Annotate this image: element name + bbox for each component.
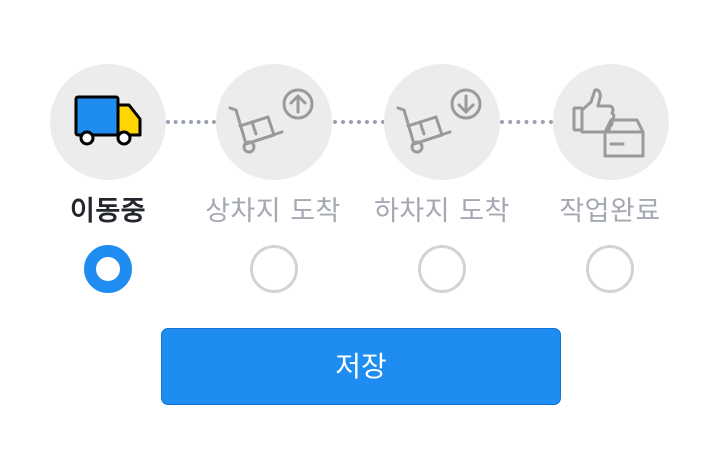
step-label-unloading-arrival: 하차지 도착 [374, 196, 510, 227]
hand-truck-upload-icon [228, 88, 314, 154]
step-radio-unloading-arrival[interactable] [418, 245, 466, 293]
step-icon-moving[interactable] [50, 64, 166, 180]
save-button[interactable]: 저장 [161, 328, 561, 405]
thumbs-up-box-icon [572, 88, 645, 158]
step-connector [500, 120, 553, 124]
step-connector [166, 120, 216, 124]
truck-icon [74, 95, 142, 146]
step-label-complete: 작업완료 [559, 196, 661, 227]
step-label-moving: 이동중 [69, 196, 147, 227]
step-radio-moving[interactable] [84, 245, 132, 293]
step-connector [333, 120, 385, 124]
step-icon-loading-arrival[interactable] [216, 64, 332, 180]
step-label-loading-arrival: 상차지 도착 [205, 196, 341, 227]
step-icon-unloading-arrival[interactable] [384, 64, 500, 180]
step-radio-complete[interactable] [586, 245, 634, 293]
step-radio-loading-arrival[interactable] [250, 245, 298, 293]
step-icon-complete[interactable] [553, 64, 669, 180]
hand-truck-download-icon [396, 88, 482, 154]
